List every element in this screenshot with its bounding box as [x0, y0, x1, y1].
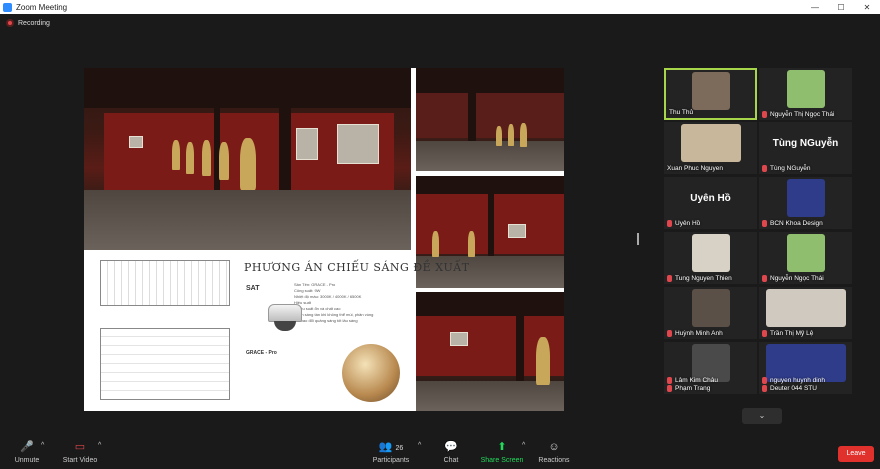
mic-muted-icon [667, 275, 672, 282]
participant-display-name: Tùng NGuyễn [772, 138, 839, 149]
participant-name: Xuan Phuc Nguyen [667, 165, 724, 172]
participant-tile[interactable]: Trần Thị Mỹ Lệ [759, 287, 852, 339]
video-options-caret[interactable]: ^ [98, 442, 101, 449]
participant-name: Deuter 044 STU [770, 385, 817, 392]
meeting-toolbar: 🎤 Unmute ^ ▭ Start Video ^ 👥 26 Particip… [0, 437, 880, 469]
model-label: GRACE - Pro [246, 350, 277, 356]
chat-button[interactable]: 💬 Chat [440, 441, 462, 464]
spec-line: mà bao đổi quảng sáng tốt lâu sáng [294, 318, 358, 323]
participants-label: Participants [372, 457, 410, 464]
participants-options-caret[interactable]: ^ [418, 442, 421, 449]
slide-heading: PHƯƠNG ÁN CHIẾU SÁNG ĐỀ XUẤT [244, 261, 470, 274]
mic-muted-icon [762, 165, 767, 172]
recording-label: Recording [18, 19, 50, 27]
participant-tile[interactable]: Thu Thủ [664, 68, 757, 120]
participant-tile[interactable]: Xuan Phuc Nguyen [664, 122, 757, 174]
mic-muted-icon [762, 111, 767, 118]
participant-name: Nguyễn Thị Ngọc Thái [770, 111, 835, 118]
render-main-hall [84, 68, 411, 250]
participant-tile[interactable]: Uyên Hồ Uyên Hồ [664, 177, 757, 229]
unmute-label: Unmute [14, 457, 40, 464]
mic-muted-icon [667, 220, 672, 227]
reactions-icon: ☺ [548, 441, 560, 453]
leave-button[interactable]: Leave [838, 446, 874, 462]
share-options-caret[interactable]: ^ [522, 442, 525, 449]
participant-display-name: Uyên Hồ [690, 193, 731, 204]
participant-tile[interactable]: Nguyễn Thị Ngọc Thái [759, 68, 852, 120]
mic-muted-icon [667, 330, 672, 337]
share-screen-label: Share Screen [480, 457, 524, 464]
shared-screen: PHƯƠNG ÁN CHIẾU SÁNG ĐỀ XUẤT SAT Sản Tên… [84, 68, 564, 411]
participant-tile[interactable]: Nguyễn Ngọc Thái [759, 232, 852, 284]
floor-plan-drawing [100, 328, 230, 400]
zoom-app-icon [3, 2, 12, 12]
gallery-scroll-down-button[interactable]: ⌄ [742, 408, 782, 424]
panel-splitter[interactable] [637, 233, 639, 245]
participants-count: 26 [395, 445, 404, 452]
mic-muted-icon [667, 385, 672, 392]
lighting-proposal-panel: PHƯƠNG ÁN CHIẾU SÁNG ĐỀ XUẤT SAT Sản Tên… [84, 252, 469, 411]
mic-muted-icon [762, 275, 767, 282]
participants-icon-wrap: 👥 26 [370, 441, 412, 454]
close-button[interactable]: ✕ [854, 3, 880, 12]
mic-muted-icon [762, 330, 767, 337]
participant-name: Lâm Kim Châu [675, 377, 718, 384]
participant-tile[interactable]: Lâm Kim Châu Phạm Trang [664, 342, 757, 394]
unmute-button[interactable]: 🎤 Unmute [12, 441, 42, 464]
spec-list: Sản Tên: GRACE - Pro Công suất: 9W Nhiệt… [294, 282, 414, 324]
window-title: Zoom Meeting [16, 2, 68, 12]
participant-name: BCN Khoa Design [770, 220, 823, 227]
mic-muted-icon [762, 377, 767, 384]
share-screen-icon: ⬆ [497, 441, 507, 453]
minimize-button[interactable]: — [802, 3, 828, 12]
reactions-label: Reactions [538, 457, 570, 464]
render-gown-display [416, 292, 564, 411]
audio-options-caret[interactable]: ^ [41, 442, 44, 449]
participant-tile[interactable]: Tùng NGuyễn Tùng NGuyễn [759, 122, 852, 174]
participant-tile[interactable]: BCN Khoa Design [759, 177, 852, 229]
participant-name: Huỳnh Minh Anh [675, 330, 723, 337]
participant-name: Thu Thủ [669, 109, 694, 116]
participants-icon: 👥 [378, 441, 393, 453]
participants-button[interactable]: 👥 26 Participants [370, 441, 412, 464]
room-photo [342, 344, 400, 402]
participant-tile[interactable]: nguyen huynh dinh Deuter 044 STU [759, 342, 852, 394]
participant-tile[interactable]: Huỳnh Minh Anh [664, 287, 757, 339]
chat-label: Chat [443, 457, 459, 464]
reactions-button[interactable]: ☺ Reactions [536, 441, 572, 464]
chat-icon: 💬 [444, 441, 458, 453]
participant-name: nguyen huynh dinh [770, 377, 825, 384]
participant-name: Nguyễn Ngọc Thái [770, 275, 824, 282]
start-video-label: Start Video [62, 457, 98, 464]
mic-off-icon: 🎤 [20, 441, 34, 453]
start-video-button[interactable]: ▭ Start Video [60, 441, 100, 464]
participant-name: Trần Thị Mỹ Lệ [770, 330, 814, 337]
participant-name: Tùng NGuyễn [770, 165, 811, 172]
elevation-drawing [100, 260, 230, 306]
mic-muted-icon [762, 220, 767, 227]
brand-label: SAT [246, 285, 260, 292]
participant-tile[interactable]: Tung Nguyen Thien [664, 232, 757, 284]
maximize-button[interactable]: ☐ [828, 3, 854, 12]
mic-muted-icon [667, 377, 672, 384]
participant-name: Uyên Hồ [675, 220, 701, 227]
mic-muted-icon [762, 385, 767, 392]
video-off-icon: ▭ [74, 441, 86, 453]
window-titlebar: Zoom Meeting — ☐ ✕ [0, 0, 880, 14]
recording-indicator[interactable]: Recording [6, 19, 50, 27]
participant-name: Phạm Trang [675, 385, 711, 392]
record-icon [6, 19, 14, 27]
share-screen-button[interactable]: ⬆ Share Screen [480, 441, 524, 464]
render-corridor [416, 68, 564, 171]
participant-name: Tung Nguyen Thien [675, 275, 732, 282]
downlight-photo [264, 304, 308, 336]
